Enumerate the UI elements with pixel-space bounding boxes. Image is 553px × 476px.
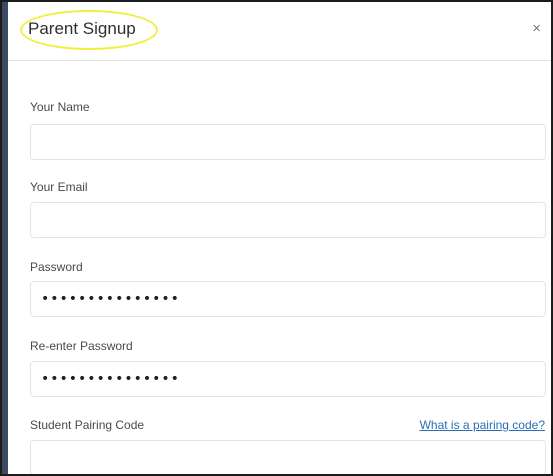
confirm-password-field[interactable]: •••••••••••••••	[30, 361, 546, 397]
dialog-title: Parent Signup	[28, 19, 136, 38]
background-edge	[2, 2, 8, 474]
pairing-code-help-link[interactable]: What is a pairing code?	[420, 418, 545, 432]
pairing-code-field[interactable]	[30, 440, 546, 474]
pairing-code-label: Student Pairing Code	[30, 418, 145, 432]
password-label: Password	[30, 260, 83, 274]
dialog-header: Parent Signup ×	[8, 2, 551, 61]
email-label: Your Email	[30, 180, 88, 194]
name-label: Your Name	[30, 100, 90, 114]
parent-signup-dialog: Parent Signup × Your Name Your Email Pas…	[0, 0, 553, 476]
confirm-password-label: Re-enter Password	[30, 339, 133, 353]
name-field[interactable]	[30, 124, 546, 160]
email-field[interactable]	[30, 202, 546, 238]
close-icon[interactable]: ×	[532, 20, 541, 37]
password-field[interactable]: •••••••••••••••	[30, 281, 546, 317]
